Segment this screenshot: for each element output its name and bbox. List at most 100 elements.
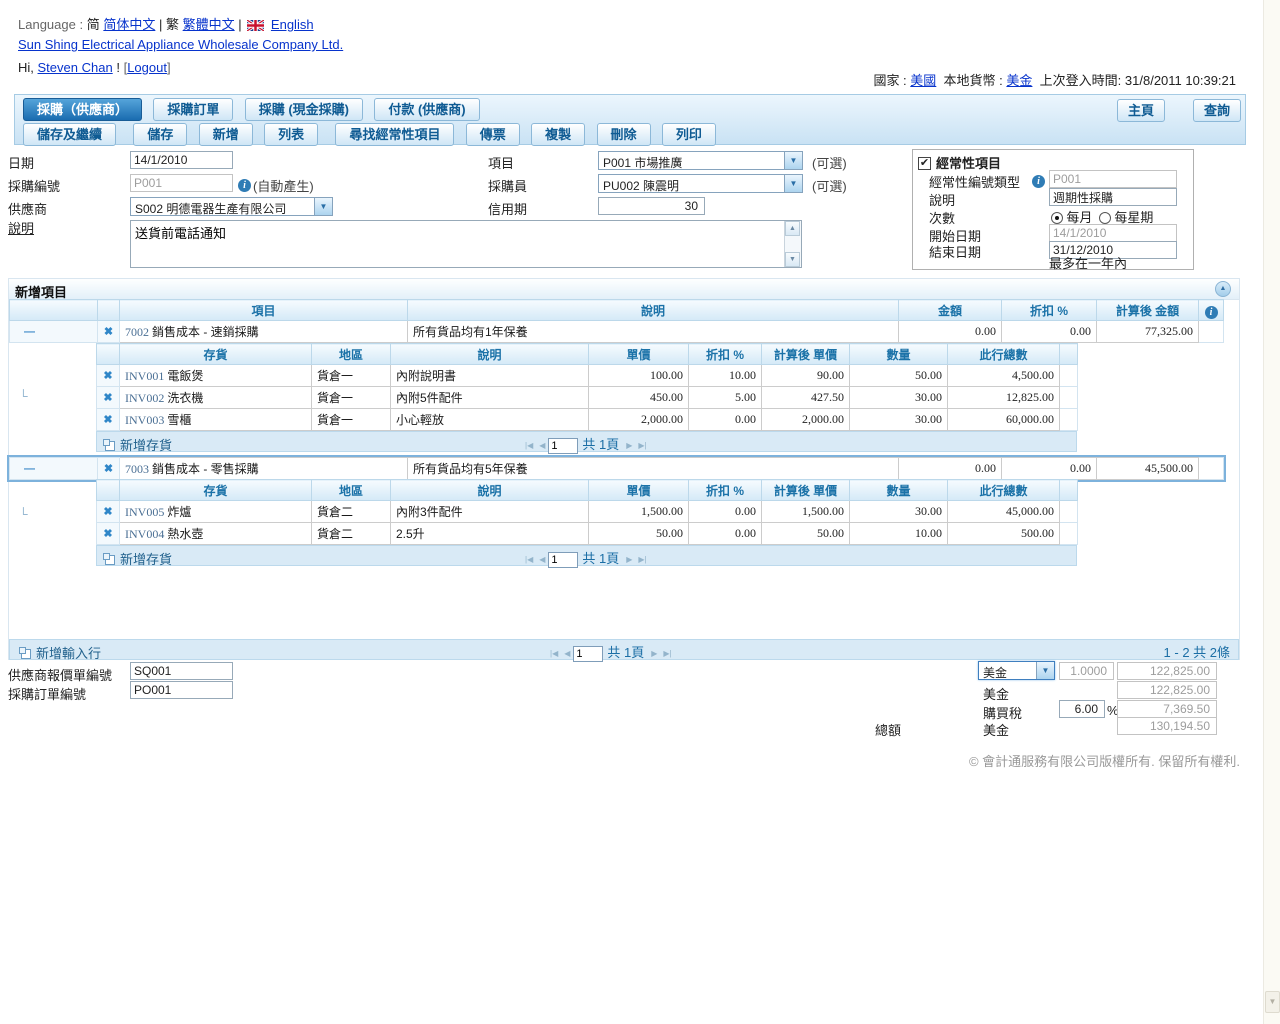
delete-inventory-icon[interactable]: ✖ xyxy=(103,370,112,382)
monthly-radio[interactable] xyxy=(1051,212,1063,224)
delete-inventory-icon[interactable]: ✖ xyxy=(103,414,112,426)
inventory-table: 存貨 地區 說明 單價 折扣 % 計算後 單價 數量 此行總數 ✖ INV001… xyxy=(96,343,1078,431)
query-button[interactable]: 查詢 xyxy=(1193,99,1241,122)
dropdown-arrow-icon[interactable]: ▼ xyxy=(314,198,332,215)
list-button[interactable]: 列表 xyxy=(264,123,318,146)
buyer-select[interactable]: PU002 陳震明 ▼ xyxy=(598,174,803,193)
pager-last-icon[interactable]: ▶| xyxy=(638,441,646,450)
col-info: i xyxy=(1199,300,1224,321)
recurring-checkbox[interactable]: ✔ xyxy=(918,153,931,170)
pager-page-input[interactable] xyxy=(573,646,603,662)
delete-inventory-icon[interactable]: ✖ xyxy=(103,528,112,540)
home-button[interactable]: 主頁 xyxy=(1117,99,1165,122)
copy-button[interactable]: 複製 xyxy=(531,123,585,146)
pager-total-label: 共 1頁 xyxy=(582,437,619,452)
collapse-panel-button[interactable]: ▲ xyxy=(1215,281,1231,297)
date-input[interactable] xyxy=(130,151,233,169)
description-link[interactable]: 說明 xyxy=(8,221,34,236)
collapse-group-icon[interactable]: — xyxy=(15,326,35,338)
pager: |◀◀共 1頁▶▶| xyxy=(547,642,675,662)
scroll-down-icon[interactable]: ▼ xyxy=(785,252,800,267)
start-date-input xyxy=(1049,224,1177,242)
tab-purchase-order[interactable]: 採購訂單 xyxy=(153,98,233,121)
recurring-type-input xyxy=(1049,170,1177,188)
page-scrollbar[interactable]: ▼ xyxy=(1263,0,1280,1024)
tab-purchase-supplier[interactable]: 採購（供應商） xyxy=(23,98,142,121)
delete-inventory-icon[interactable]: ✖ xyxy=(103,392,112,404)
currency-select[interactable]: 美金 ▼ xyxy=(978,661,1055,680)
collapse-group-icon[interactable]: — xyxy=(15,463,35,475)
scroll-up-icon[interactable]: ▲ xyxy=(785,221,800,236)
purchase-order-no-input[interactable] xyxy=(130,681,233,699)
inventory-header: 存貨 地區 說明 單價 折扣 % 計算後 單價 數量 此行總數 xyxy=(97,480,1078,501)
delete-group-icon[interactable]: ✖ xyxy=(104,463,113,475)
credit-period-input[interactable] xyxy=(598,197,705,215)
dropdown-arrow-icon[interactable]: ▼ xyxy=(784,175,802,192)
pager-prev-icon[interactable]: ◀ xyxy=(564,649,570,658)
supplier-select[interactable]: S002 明德電器生產有限公司 ▼ xyxy=(130,197,333,216)
items-panel-header: 新增項目 ▲ xyxy=(9,279,1239,300)
add-line[interactable]: 新增輸入行 xyxy=(18,643,101,662)
pager-first-icon[interactable]: |◀ xyxy=(550,649,558,658)
frequency-label: 次數 xyxy=(929,208,955,227)
add-inventory[interactable]: 新增存貨 xyxy=(102,435,172,454)
pager-page-input[interactable] xyxy=(548,552,578,568)
tax-rate-input[interactable] xyxy=(1059,700,1105,718)
pager-prev-icon[interactable]: ◀ xyxy=(539,441,545,450)
voucher-button[interactable]: 傳票 xyxy=(466,123,520,146)
local-currency-link[interactable]: 美金 xyxy=(1006,73,1032,88)
lang-english-link[interactable]: English xyxy=(271,17,314,32)
company-link[interactable]: Sun Shing Electrical Appliance Wholesale… xyxy=(18,37,343,52)
supplier-quote-no-input[interactable] xyxy=(130,662,233,680)
project-select[interactable]: P001 市場推廣 ▼ xyxy=(598,151,803,170)
save-button[interactable]: 儲存 xyxy=(133,123,187,146)
inventory-row: ✖ INV005 炸爐 貨倉二 內附3件配件 1,500.00 0.00 1,5… xyxy=(97,501,1078,523)
textarea-scrollbar[interactable]: ▲ ▼ xyxy=(784,221,801,267)
col-item: 項目 xyxy=(120,300,408,321)
col-inventory: 存貨 xyxy=(120,344,312,365)
delete-group-icon[interactable]: ✖ xyxy=(104,326,113,338)
col-inv-desc: 說明 xyxy=(391,344,589,365)
add-inventory[interactable]: 新增存貨 xyxy=(102,549,172,568)
scrollbar-down-icon[interactable]: ▼ xyxy=(1265,991,1280,1013)
recurring-desc-input[interactable] xyxy=(1049,188,1177,206)
save-and-continue-button[interactable]: 儲存及繼續 xyxy=(23,123,116,146)
end-date-label: 結束日期 xyxy=(929,242,981,261)
pager-page-input[interactable] xyxy=(548,438,578,454)
col-qty: 數量 xyxy=(850,344,948,365)
description-textarea[interactable]: 送貨前電話通知 xyxy=(131,221,785,267)
col-unit-price: 單價 xyxy=(589,480,689,501)
tab-payment-supplier[interactable]: 付款 (供應商) xyxy=(374,98,479,121)
new-button[interactable]: 新增 xyxy=(199,123,253,146)
dropdown-arrow-icon[interactable]: ▼ xyxy=(784,152,802,169)
user-link[interactable]: Steven Chan xyxy=(38,60,113,75)
delete-button[interactable]: 刪除 xyxy=(597,123,651,146)
lang-traditional-link[interactable]: 繁體中文 xyxy=(183,17,235,32)
project-label: 項目 xyxy=(488,153,514,172)
col-inv-discount: 折扣 % xyxy=(689,344,762,365)
credit-period-label: 信用期 xyxy=(488,199,527,218)
pager-first-icon[interactable]: |◀ xyxy=(525,555,533,564)
pager-last-icon[interactable]: ▶| xyxy=(663,649,671,658)
find-recurring-button[interactable]: 尋找經常性項目 xyxy=(335,123,454,146)
print-button[interactable]: 列印 xyxy=(662,123,716,146)
delete-inventory-icon[interactable]: ✖ xyxy=(103,506,112,518)
country-link[interactable]: 美國 xyxy=(910,73,936,88)
col-inv-discount: 折扣 % xyxy=(689,480,762,501)
recurring-title: 經常性項目 xyxy=(936,153,1001,172)
pager-next-icon[interactable]: ▶ xyxy=(626,555,632,564)
copyright: © 會計通服務有限公司版權所有. 保留所有權利. xyxy=(0,751,1240,770)
simplified-glyph: 简 xyxy=(87,17,100,32)
logout-link[interactable]: Logout xyxy=(127,60,167,75)
dropdown-arrow-icon[interactable]: ▼ xyxy=(1036,662,1054,679)
tab-cash-purchase[interactable]: 採購 (現金採購) xyxy=(245,98,363,121)
col-calc-price: 計算後 單價 xyxy=(762,344,850,365)
weekly-radio[interactable] xyxy=(1099,212,1111,224)
pager-last-icon[interactable]: ▶| xyxy=(638,555,646,564)
pager-next-icon[interactable]: ▶ xyxy=(651,649,657,658)
pager-prev-icon[interactable]: ◀ xyxy=(539,555,545,564)
lang-simplified-link[interactable]: 简体中文 xyxy=(103,17,155,32)
pager-first-icon[interactable]: |◀ xyxy=(525,441,533,450)
add-window-icon xyxy=(105,555,115,565)
pager-next-icon[interactable]: ▶ xyxy=(626,441,632,450)
